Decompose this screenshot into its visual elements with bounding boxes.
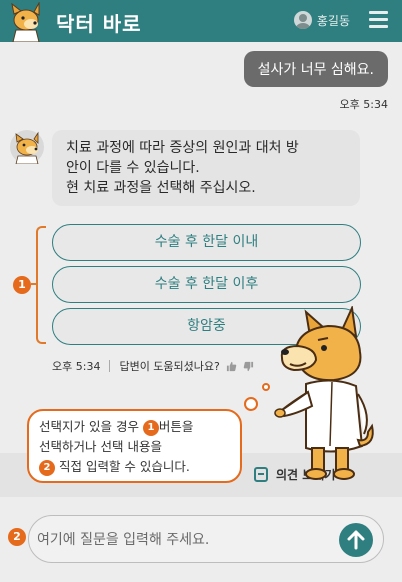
user-profile[interactable]: 홍길동 (293, 11, 350, 29)
guide-callout: 선택지가 있을 경우 1 버튼을 선택하거나 선택 내용을 2 직접 입력할 수 … (27, 409, 242, 483)
user-message-time: 오후 5:34 (339, 98, 388, 111)
feedback-question: 답변이 도움되셨나요? (119, 360, 220, 373)
dog-doctor-mascot-icon (274, 306, 374, 480)
option-button-within-month[interactable]: 수술 후 한달 이내 (52, 224, 361, 261)
thumbs-down-icon[interactable] (243, 361, 254, 372)
guide-text: 직접 입력할 수 있습니다. (58, 459, 190, 474)
guide-inline-badge-2: 2 (39, 460, 55, 476)
guide-badge-1: 1 (13, 276, 31, 294)
guide-line-2: 선택하거나 선택 내용을 (39, 439, 162, 454)
feedback-row: 오후 5:34 답변이 도움되셨나요? (52, 358, 254, 374)
options-bracket-tip (31, 283, 37, 285)
app-header: 닥터 바로 홍길동 (0, 0, 402, 42)
callout-dot (244, 397, 258, 411)
callout-dot (262, 383, 270, 391)
dog-logo-icon (11, 2, 40, 42)
bot-message-bubble: 치료 과정에 따라 증상의 원인과 대처 방 안이 다를 수 있습니다. 현 치… (52, 130, 360, 206)
menu-icon[interactable] (369, 11, 388, 29)
app-title: 닥터 바로 (56, 12, 142, 36)
bot-message-line: 안이 다를 수 있습니다. (66, 160, 200, 176)
dog-avatar-icon (10, 130, 44, 164)
send-button[interactable] (339, 523, 373, 557)
options-bracket (36, 226, 46, 344)
question-input-box (28, 515, 384, 563)
bot-message-time: 오후 5:34 (52, 360, 101, 373)
question-input[interactable] (37, 528, 337, 552)
bot-message-line: 현 치료 과정을 선택해 주십시오. (66, 180, 256, 196)
guide-line-1: 선택지가 있을 경우 1 버튼을 (39, 417, 230, 437)
user-name: 홍길동 (316, 13, 350, 28)
user-message-bubble: 설사가 너무 심해요. (243, 51, 388, 87)
document-icon (254, 467, 268, 482)
thumbs-up-icon[interactable] (226, 361, 237, 372)
guide-text: 버튼을 (158, 419, 194, 434)
guide-text: 선택지가 있을 경우 (39, 419, 143, 434)
guide-badge-2: 2 (8, 528, 26, 546)
guide-inline-badge-1: 1 (142, 420, 159, 436)
user-icon (293, 11, 312, 29)
divider (109, 360, 111, 372)
send-arrow-icon (347, 530, 365, 550)
bot-message-line: 치료 과정에 따라 증상의 원인과 대처 방 (66, 140, 299, 156)
guide-line-3: 2 직접 입력할 수 있습니다. (39, 457, 230, 477)
option-button-after-month[interactable]: 수술 후 한달 이후 (52, 266, 361, 303)
input-area: 2 (0, 506, 402, 582)
